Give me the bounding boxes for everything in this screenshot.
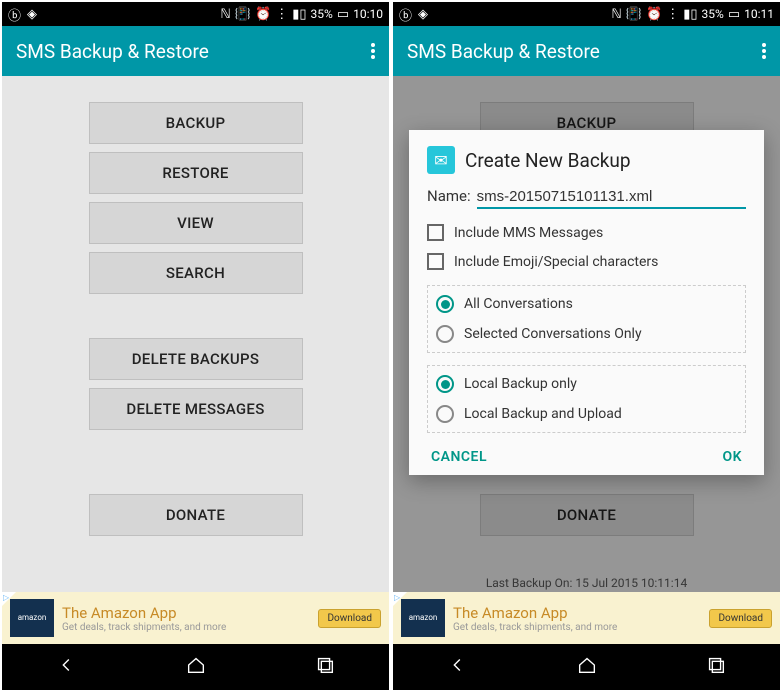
status-bar: ⓑ ◈ ℕ 📳 ⏰ ⋮ ▮▯ 35% ▭ 10:11 <box>393 2 780 26</box>
adchoices-icon: ▷ <box>394 593 400 602</box>
ad-title: The Amazon App <box>62 604 310 622</box>
adchoices-icon: ▷ <box>3 593 9 602</box>
local-upload-label: Local Backup and Upload <box>464 406 622 422</box>
create-backup-dialog: ✉ Create New Backup Name: Include MMS Me… <box>409 130 764 475</box>
signal-icon: ▮▯ <box>683 7 697 22</box>
back-button[interactable] <box>56 654 78 680</box>
radio-icon <box>436 405 454 423</box>
nfc-icon: ℕ <box>611 7 621 22</box>
donate-button[interactable]: DONATE <box>89 494 303 536</box>
include-emoji-checkbox[interactable]: Include Emoji/Special characters <box>427 250 746 273</box>
all-conversations-label: All Conversations <box>464 296 573 312</box>
vibrate-icon: 📳 <box>235 7 251 22</box>
checkbox-icon <box>427 253 444 270</box>
checkbox-icon <box>427 224 444 241</box>
wifi-icon: ⋮ <box>275 7 288 22</box>
selected-conversations-radio[interactable]: Selected Conversations Only <box>436 322 737 346</box>
nav-bar <box>393 644 780 690</box>
alarm-icon: ⏰ <box>646 7 662 22</box>
restore-button[interactable]: RESTORE <box>89 152 303 194</box>
selected-conversations-label: Selected Conversations Only <box>464 326 642 342</box>
battery-percent: 35% <box>311 7 333 21</box>
recents-button[interactable] <box>705 654 727 680</box>
wifi-icon: ⋮ <box>666 7 679 22</box>
include-emoji-label: Include Emoji/Special characters <box>454 254 658 270</box>
include-mms-checkbox[interactable]: Include MMS Messages <box>427 221 746 244</box>
local-only-label: Local Backup only <box>464 376 577 392</box>
battery-icon: ▭ <box>728 7 740 22</box>
backup-button[interactable]: BACKUP <box>89 102 303 144</box>
radio-selected-icon <box>436 295 454 313</box>
battery-icon: ▭ <box>337 7 349 22</box>
dialog-app-icon: ✉ <box>427 146 455 174</box>
status-bar: ⓑ ◈ ℕ 📳 ⏰ ⋮ ▮▯ 35% ▭ 10:10 <box>2 2 389 26</box>
dialog-title: Create New Backup <box>465 149 631 172</box>
vibrate-icon: 📳 <box>626 7 642 22</box>
ad-banner[interactable]: ▷ amazon The Amazon App Get deals, track… <box>2 592 389 644</box>
app-title: SMS Backup & Restore <box>16 40 209 63</box>
view-button[interactable]: VIEW <box>89 202 303 244</box>
local-only-radio[interactable]: Local Backup only <box>436 372 737 396</box>
nfc-icon: ℕ <box>220 7 230 22</box>
bike-icon: ⓑ <box>399 5 412 24</box>
name-label: Name: <box>427 187 471 205</box>
phone-right: ⓑ ◈ ℕ 📳 ⏰ ⋮ ▮▯ 35% ▭ 10:11 SMS Backup & … <box>393 2 780 690</box>
overflow-menu-button[interactable] <box>371 43 375 59</box>
alarm-icon: ⏰ <box>255 7 271 22</box>
battery-percent: 35% <box>702 7 724 21</box>
ad-download-button[interactable]: Download <box>709 609 772 628</box>
signal-icon: ▮▯ <box>292 7 306 22</box>
cancel-button[interactable]: CANCEL <box>431 449 487 465</box>
overflow-menu-button[interactable] <box>762 43 766 59</box>
ad-logo: amazon <box>401 599 445 637</box>
status-time: 10:11 <box>744 7 774 21</box>
app-title: SMS Backup & Restore <box>407 40 600 63</box>
ok-button[interactable]: OK <box>722 449 742 465</box>
ad-logo: amazon <box>10 599 54 637</box>
backup-location-group: Local Backup only Local Backup and Uploa… <box>427 365 746 433</box>
backup-name-input[interactable] <box>477 186 746 209</box>
home-button[interactable] <box>185 654 207 680</box>
include-mms-label: Include MMS Messages <box>454 225 603 241</box>
delete-messages-button[interactable]: DELETE MESSAGES <box>89 388 303 430</box>
shield-icon: ◈ <box>27 7 37 22</box>
phone-left: ⓑ ◈ ℕ 📳 ⏰ ⋮ ▮▯ 35% ▭ 10:10 SMS Backup & … <box>2 2 389 690</box>
ad-title: The Amazon App <box>453 604 701 622</box>
delete-backups-button[interactable]: DELETE BACKUPS <box>89 338 303 380</box>
ad-download-button[interactable]: Download <box>318 609 381 628</box>
shield-icon: ◈ <box>418 7 428 22</box>
home-button[interactable] <box>576 654 598 680</box>
radio-selected-icon <box>436 375 454 393</box>
local-upload-radio[interactable]: Local Backup and Upload <box>436 402 737 426</box>
all-conversations-radio[interactable]: All Conversations <box>436 292 737 316</box>
ad-banner[interactable]: ▷ amazon The Amazon App Get deals, track… <box>393 592 780 644</box>
back-button[interactable] <box>447 654 469 680</box>
status-time: 10:10 <box>353 7 383 21</box>
app-bar: SMS Backup & Restore <box>393 26 780 76</box>
ad-subtitle: Get deals, track shipments, and more <box>62 622 310 633</box>
bike-icon: ⓑ <box>8 5 21 24</box>
app-bar: SMS Backup & Restore <box>2 26 389 76</box>
nav-bar <box>2 644 389 690</box>
radio-icon <box>436 325 454 343</box>
conversation-scope-group: All Conversations Selected Conversations… <box>427 285 746 353</box>
search-button[interactable]: SEARCH <box>89 252 303 294</box>
recents-button[interactable] <box>314 654 336 680</box>
ad-subtitle: Get deals, track shipments, and more <box>453 622 701 633</box>
